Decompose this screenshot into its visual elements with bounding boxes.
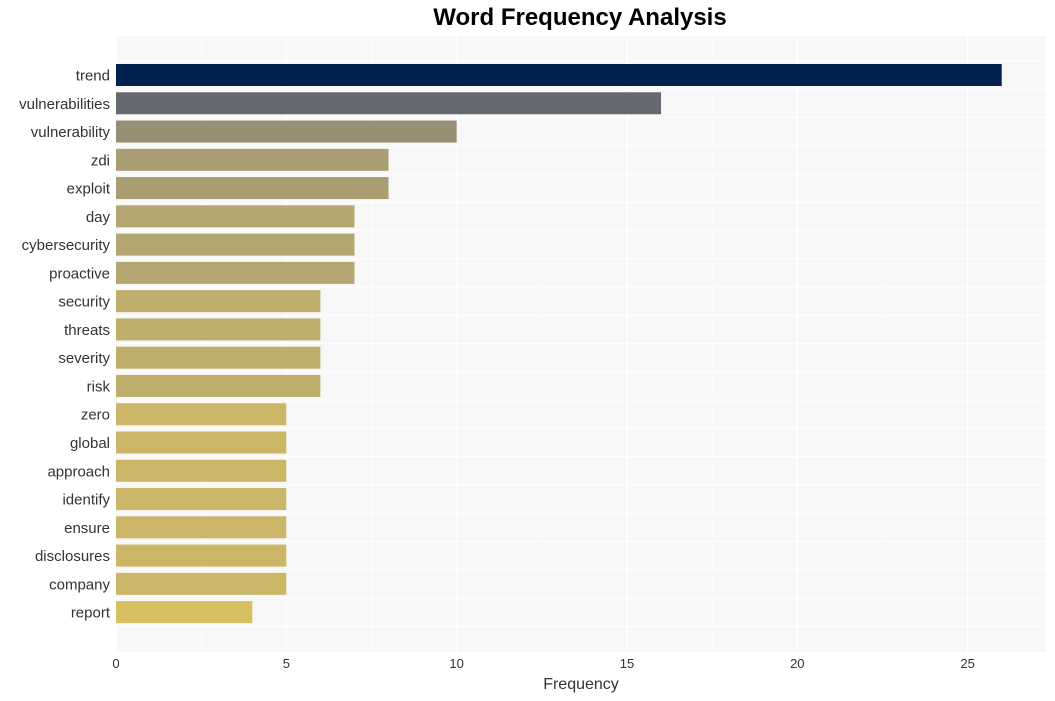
bar-zero	[116, 403, 287, 426]
bar-company	[116, 572, 287, 595]
bar-exploit	[116, 177, 389, 200]
y-tick-label: zero	[81, 407, 110, 424]
y-tick-label: severity	[58, 350, 110, 367]
y-tick-label: report	[71, 605, 111, 622]
y-tick-label: company	[49, 576, 110, 593]
y-tick-label: proactive	[49, 265, 110, 282]
bar-risk	[116, 374, 321, 397]
y-tick-label: global	[70, 435, 110, 452]
y-tick-label: risk	[87, 378, 111, 395]
y-axis-labels: trend vulnerabilities vulnerability zdi expl…	[19, 68, 111, 622]
bar-report	[116, 601, 253, 624]
bar-cybersecurity	[116, 233, 355, 256]
y-tick-label: zdi	[91, 152, 110, 169]
bar-severity	[116, 346, 321, 369]
bar-global	[116, 431, 287, 454]
bar-vulnerabilities	[116, 92, 662, 115]
y-tick-label: identify	[62, 492, 110, 509]
bar-security	[116, 290, 321, 313]
y-tick-label: vulnerabilities	[19, 96, 110, 113]
bar-chart: trend vulnerabilities vulnerability zdi expl…	[19, 36, 1046, 693]
y-tick-label: trend	[76, 68, 110, 85]
bar-vulnerability	[116, 120, 457, 143]
x-tick-label: 5	[283, 656, 290, 671]
bar-zdi	[116, 148, 389, 171]
y-tick-label: exploit	[67, 181, 111, 198]
x-tick-label: 20	[790, 656, 804, 671]
y-tick-label: day	[86, 209, 111, 226]
x-tick-label: 10	[449, 656, 463, 671]
y-tick-label: cybersecurity	[22, 237, 111, 254]
bar-disclosures	[116, 544, 287, 567]
y-tick-label: disclosures	[35, 548, 110, 565]
x-tick-label: 0	[112, 656, 119, 671]
x-axis-label: Frequency	[543, 676, 619, 693]
y-tick-label: ensure	[64, 520, 110, 537]
bar-day	[116, 205, 355, 228]
y-tick-label: vulnerability	[31, 124, 111, 141]
x-axis-ticks: 0 5 10 15 20 25	[112, 656, 974, 671]
bar-identify	[116, 488, 287, 511]
y-tick-label: threats	[64, 322, 110, 339]
y-tick-label: security	[58, 294, 110, 311]
bar-ensure	[116, 516, 287, 539]
bar-trend	[116, 64, 1002, 86]
x-tick-label: 25	[960, 656, 974, 671]
bar-proactive	[116, 261, 355, 284]
bar-threats	[116, 318, 321, 341]
y-tick-label: approach	[47, 463, 110, 480]
x-tick-label: 15	[620, 656, 634, 671]
bar-approach	[116, 459, 287, 482]
